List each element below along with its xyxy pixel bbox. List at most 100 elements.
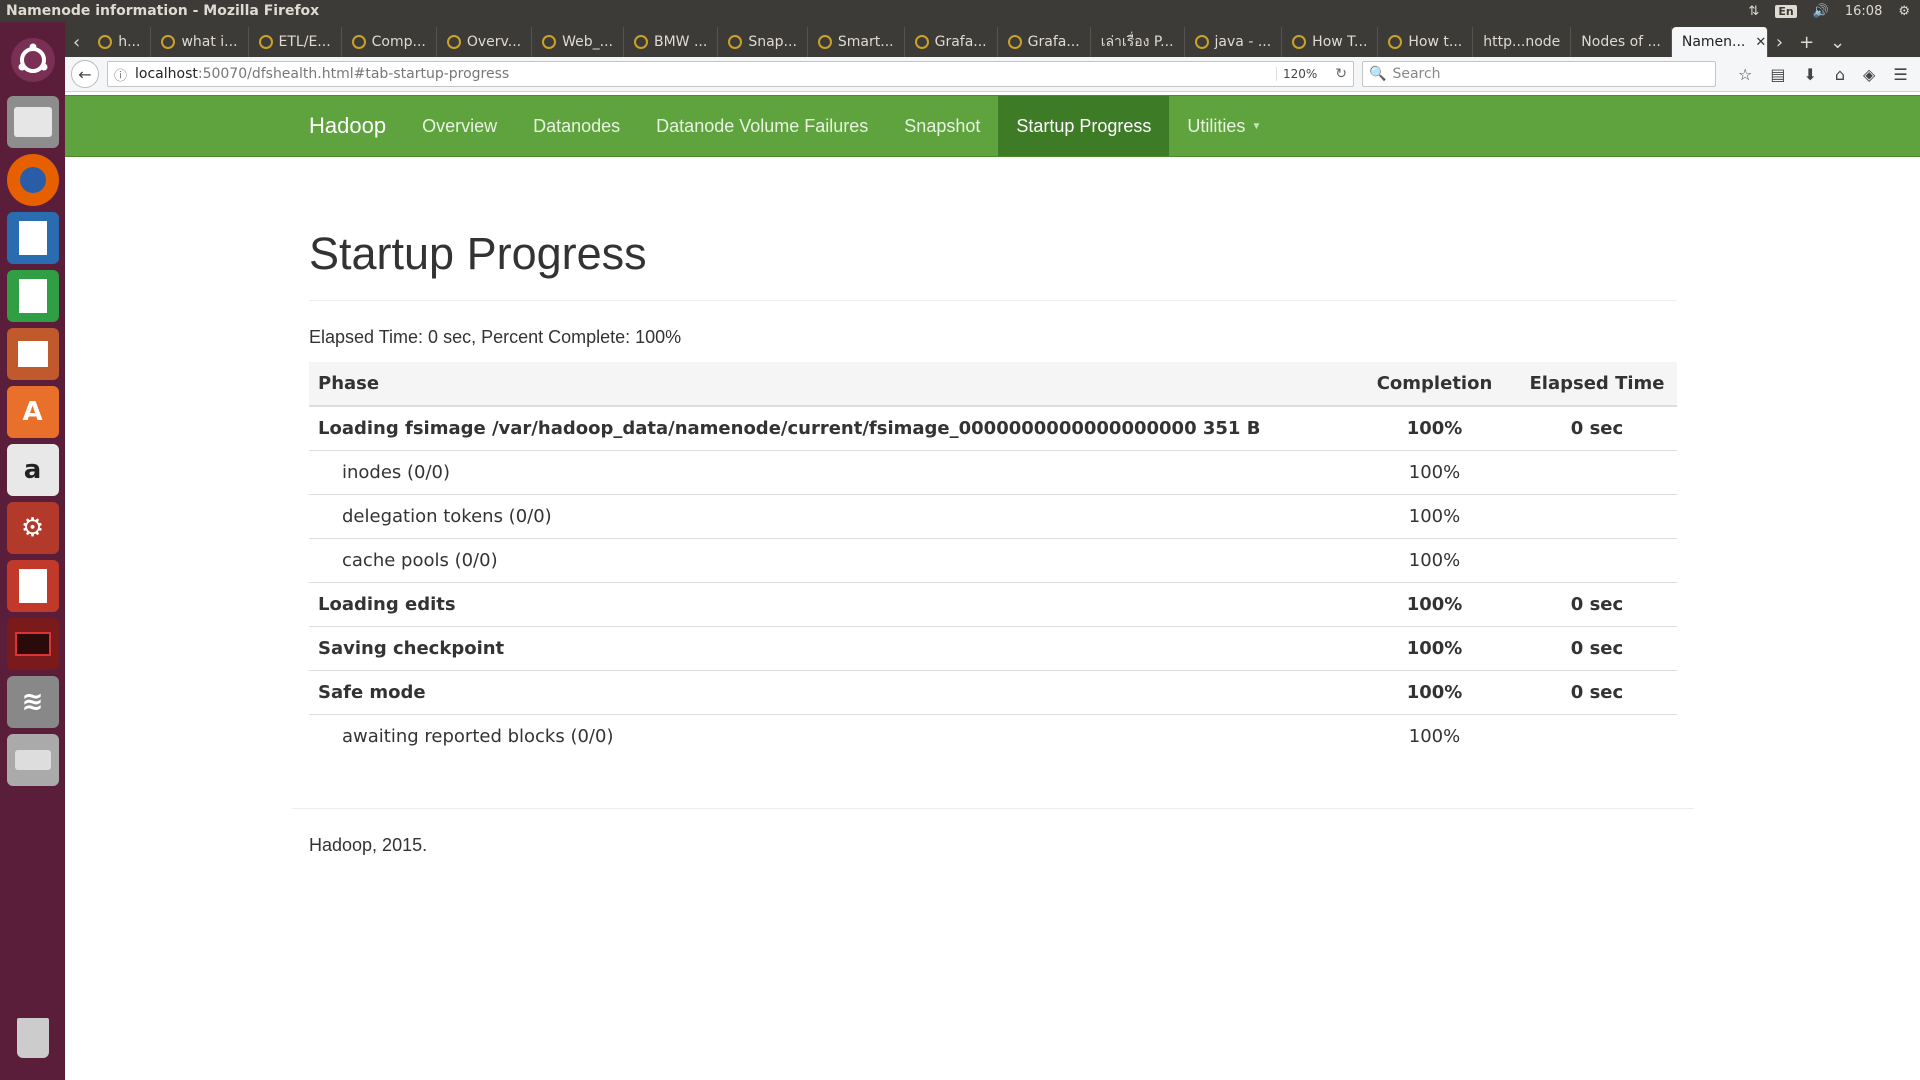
tab-favicon-icon [542, 35, 557, 49]
browser-tab[interactable]: Comp... [342, 27, 437, 57]
browser-tab[interactable]: Smart... [808, 27, 905, 57]
bookmarks-list-icon[interactable]: ▤ [1770, 65, 1785, 84]
transfer-icon[interactable]: ⇅ [1748, 4, 1759, 19]
table-row-step: cache pools (0/0) 100% [309, 537, 1677, 582]
phase-name: Loading fsimage /var/hadoop_data/namenod… [309, 405, 1352, 450]
toolbar-icons: ☆ ▤ ⬇ ⌂ ◈ ☰ [1724, 65, 1908, 84]
nav-datanodes[interactable]: Datanodes [515, 96, 638, 156]
files-icon[interactable] [6, 96, 59, 148]
phase-completion: 100% [1352, 405, 1517, 450]
tab-scroll-right-icon[interactable]: › [1768, 27, 1791, 57]
bookmark-star-icon[interactable]: ☆ [1738, 65, 1752, 84]
search-input[interactable]: 🔍 Search [1362, 61, 1716, 87]
download-icon[interactable]: ⬇ [1803, 65, 1816, 84]
writer-icon[interactable] [6, 212, 59, 264]
ubuntu-icon[interactable] [10, 38, 55, 82]
back-button[interactable]: ← [71, 60, 99, 88]
tab-scroll-left-icon[interactable]: ‹ [65, 27, 88, 57]
browser-tab[interactable]: How T... [1282, 27, 1379, 57]
nav-datanode-volume-failures[interactable]: Datanode Volume Failures [638, 96, 886, 156]
keyboard-language-indicator[interactable]: En [1775, 4, 1797, 18]
step-completion: 100% [1352, 493, 1517, 538]
step-completion: 100% [1352, 449, 1517, 494]
pocket-icon[interactable]: ◈ [1863, 65, 1875, 84]
software-center-icon[interactable]: A [6, 386, 59, 438]
active-browser-tab[interactable]: Namen... ✕ [1671, 27, 1768, 57]
table-row-phase: Safe mode 100% 0 sec [309, 669, 1677, 714]
browser-tab[interactable]: BMW ... [624, 27, 719, 57]
step-name: inodes (0/0) [309, 449, 1352, 494]
url-path: :50070/dfshealth.html#tab-startup-progre… [197, 66, 510, 82]
table-row-step: delegation tokens (0/0) 100% [309, 493, 1677, 538]
info-icon[interactable]: ⓘ [114, 65, 127, 84]
column-header-completion: Completion [1352, 362, 1517, 407]
terminal-icon[interactable] [6, 618, 59, 670]
calc-icon[interactable] [6, 270, 59, 322]
close-tab-icon[interactable]: ✕ [1755, 35, 1766, 50]
step-elapsed [1517, 493, 1677, 538]
clock[interactable]: 16:08 [1845, 4, 1882, 19]
table-row-step: awaiting reported blocks (0/0) 100% [309, 713, 1677, 758]
browser-tab[interactable]: Grafa... [998, 27, 1091, 57]
network-icon[interactable]: ≋ [6, 676, 59, 728]
column-header-elapsed-time: Elapsed Time [1517, 362, 1677, 407]
browser-tab[interactable]: Grafa... [905, 27, 998, 57]
pdf-viewer-icon[interactable] [6, 560, 59, 612]
nav-snapshot[interactable]: Snapshot [886, 96, 998, 156]
impress-icon[interactable] [6, 328, 59, 380]
progress-summary: Elapsed Time: 0 sec, Percent Complete: 1… [309, 327, 682, 347]
browser-navigation-toolbar: ← ⓘ localhost:50070/dfshealth.html#tab-s… [65, 57, 1920, 92]
gear-icon[interactable]: ⚙ [1898, 4, 1910, 19]
list-all-tabs-icon[interactable]: ⌄ [1822, 27, 1853, 57]
new-tab-icon[interactable]: + [1791, 27, 1822, 57]
browser-tab[interactable]: ETL/E... [249, 27, 342, 57]
step-completion: 100% [1352, 713, 1517, 758]
nav-overview[interactable]: Overview [404, 96, 515, 156]
browser-tab[interactable]: http...node [1473, 27, 1572, 57]
nav-utilities-dropdown[interactable]: Utilities ▼ [1169, 96, 1279, 156]
tab-favicon-icon [98, 35, 113, 49]
table-row-phase: Loading edits 100% 0 sec [309, 581, 1677, 626]
caret-down-icon: ▼ [1251, 120, 1262, 132]
menu-icon[interactable]: ☰ [1893, 65, 1907, 84]
hadoop-navbar: Hadoop Overview Datanodes Datanode Volum… [65, 95, 1920, 157]
browser-tab[interactable]: Nodes of ... [1571, 27, 1672, 57]
tab-favicon-icon [161, 35, 176, 49]
home-icon[interactable]: ⌂ [1835, 65, 1845, 84]
phase-name: Saving checkpoint [309, 625, 1352, 670]
step-elapsed [1517, 537, 1677, 582]
search-placeholder: Search [1392, 66, 1441, 82]
amazon-icon[interactable]: a [6, 444, 59, 496]
hadoop-brand-link[interactable]: Hadoop [309, 96, 404, 156]
reload-icon[interactable]: ↻ [1331, 66, 1347, 82]
tab-favicon-icon [258, 35, 273, 49]
trash-icon[interactable] [7, 1012, 59, 1064]
browser-tab[interactable]: h... [88, 27, 152, 57]
browser-tab[interactable]: เล่าเรื่อง P... [1091, 27, 1185, 57]
browser-tab[interactable]: java - ... [1185, 27, 1283, 57]
zoom-level-indicator[interactable]: 120% [1275, 67, 1323, 81]
url-bar[interactable]: ⓘ localhost:50070/dfshealth.html#tab-sta… [107, 61, 1354, 87]
phase-completion: 100% [1352, 581, 1517, 626]
drive-icon[interactable] [6, 734, 59, 786]
nav-startup-progress[interactable]: Startup Progress [998, 96, 1170, 156]
phase-elapsed: 0 sec [1517, 625, 1677, 670]
phase-elapsed: 0 sec [1517, 581, 1677, 626]
browser-tab[interactable]: Snap... [718, 27, 808, 57]
tab-favicon-icon [1388, 35, 1403, 49]
url-host: localhost [135, 66, 198, 82]
browser-tab[interactable]: Overv... [437, 27, 533, 57]
firefox-icon[interactable] [6, 154, 59, 206]
browser-tab[interactable]: Web_... [532, 27, 624, 57]
unity-launcher: A a ⚙ ≋ [0, 22, 65, 1080]
volume-icon[interactable]: 🔊 [1813, 4, 1829, 19]
step-name: cache pools (0/0) [309, 537, 1352, 582]
column-header-phase: Phase [309, 362, 1352, 407]
phase-elapsed: 0 sec [1517, 405, 1677, 450]
settings-icon[interactable]: ⚙ [6, 502, 59, 554]
browser-tab[interactable]: How t... [1378, 27, 1474, 57]
phase-name: Safe mode [309, 669, 1352, 714]
tab-favicon-icon [633, 35, 648, 49]
browser-tab[interactable]: what i... [151, 27, 249, 57]
window-title: Namenode information - Mozilla Firefox [6, 3, 320, 19]
